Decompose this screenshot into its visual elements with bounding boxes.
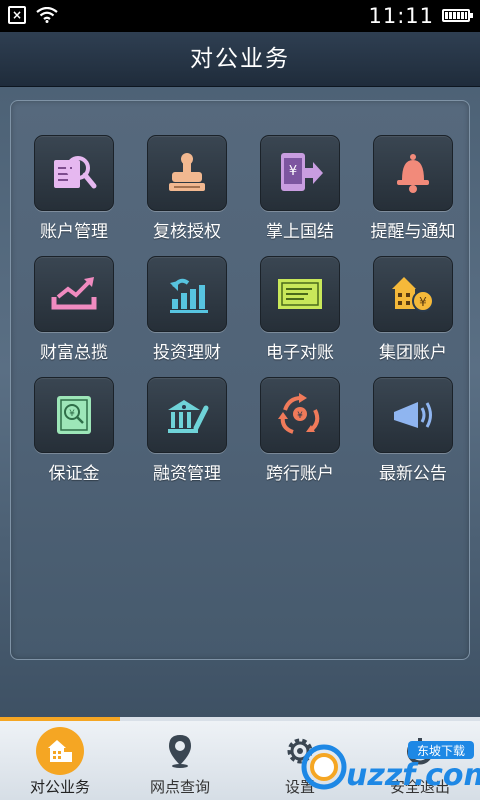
wealth-trend-icon — [51, 277, 97, 310]
status-bar: × 11:11 — [0, 0, 480, 32]
close-notification-icon: × — [8, 6, 26, 24]
svg-text:¥: ¥ — [289, 164, 297, 179]
menu-item-group-account[interactable]: ¥ 集团账户 — [357, 256, 469, 363]
menu-item-mobile-international[interactable]: ¥ 掌上国结 — [244, 135, 356, 242]
title-bar: 对公业务 — [0, 32, 480, 87]
menu-item-margin-deposit[interactable]: ¥ 保证金 — [18, 377, 130, 484]
interbank-cycle-icon: ¥ — [278, 393, 320, 434]
menu-item-investment[interactable]: 投资理财 — [131, 256, 243, 363]
svg-text:¥: ¥ — [419, 295, 427, 309]
deposit-certificate-icon: ¥ — [57, 396, 91, 434]
menu-label: 保证金 — [48, 464, 100, 484]
tab-corporate-business[interactable]: 对公业务 — [0, 721, 120, 800]
svg-text:¥: ¥ — [297, 411, 303, 421]
financing-bank-icon — [168, 400, 209, 433]
menu-label: 最新公告 — [379, 464, 447, 484]
group-building-icon: ¥ — [392, 277, 434, 312]
wifi-icon — [36, 7, 58, 23]
svg-text:¥: ¥ — [69, 409, 75, 419]
menu-item-review-authorization[interactable]: 复核授权 — [131, 135, 243, 242]
main-area: 账户管理 复核授权 ¥ 掌上国结 提醒与通知 财富总揽 投资理财 电子对账 ¥ … — [0, 87, 480, 717]
menu-label: 电子对账 — [266, 343, 334, 363]
menu-label: 掌上国结 — [266, 222, 334, 242]
menu-grid: 账户管理 复核授权 ¥ 掌上国结 提醒与通知 财富总揽 投资理财 电子对账 ¥ … — [11, 101, 469, 659]
tab-label: 对公业务 — [29, 778, 90, 796]
menu-item-interbank-account[interactable]: ¥ 跨行账户 — [244, 377, 356, 484]
bell-icon — [397, 154, 429, 193]
menu-item-account-management[interactable]: 账户管理 — [18, 135, 130, 242]
menu-label: 融资管理 — [153, 464, 221, 484]
battery-icon — [442, 9, 473, 22]
location-pin-icon — [169, 735, 191, 768]
menu-label: 复核授权 — [153, 222, 221, 242]
menu-item-wealth-overview[interactable]: 财富总揽 — [18, 256, 130, 363]
yen-transfer-icon: ¥ — [281, 153, 323, 191]
menu-item-announcements[interactable]: 最新公告 — [357, 377, 469, 484]
menu-label: 提醒与通知 — [370, 222, 456, 242]
menu-item-e-statement[interactable]: 电子对账 — [244, 256, 356, 363]
statement-card-icon — [278, 279, 322, 309]
page-title: 对公业务 — [190, 46, 290, 72]
svg-text:东坡下载: 东坡下载 — [417, 744, 465, 758]
menu-item-financing[interactable]: 融资管理 — [131, 377, 243, 484]
menu-item-reminders[interactable]: 提醒与通知 — [357, 135, 469, 242]
svg-text:uzzf.com: uzzf.com — [346, 758, 480, 793]
tab-branch-search[interactable]: 网点查询 — [120, 721, 240, 800]
menu-label: 账户管理 — [40, 222, 108, 242]
menu-label: 跨行账户 — [266, 464, 334, 484]
account-search-icon — [54, 156, 97, 189]
megaphone-icon — [394, 402, 432, 428]
stamp-icon — [169, 153, 205, 191]
menu-label: 集团账户 — [379, 343, 447, 363]
investment-chart-icon — [170, 278, 208, 313]
watermark-logo: 东坡下载 uzzf.com — [300, 735, 480, 795]
menu-label: 财富总揽 — [40, 343, 108, 363]
status-time: 11:11 — [368, 4, 434, 28]
building-icon — [48, 740, 72, 762]
menu-label: 投资理财 — [153, 343, 221, 363]
tab-label: 网点查询 — [149, 778, 210, 796]
menu-panel: 账户管理 复核授权 ¥ 掌上国结 提醒与通知 财富总揽 投资理财 电子对账 ¥ … — [10, 100, 470, 660]
